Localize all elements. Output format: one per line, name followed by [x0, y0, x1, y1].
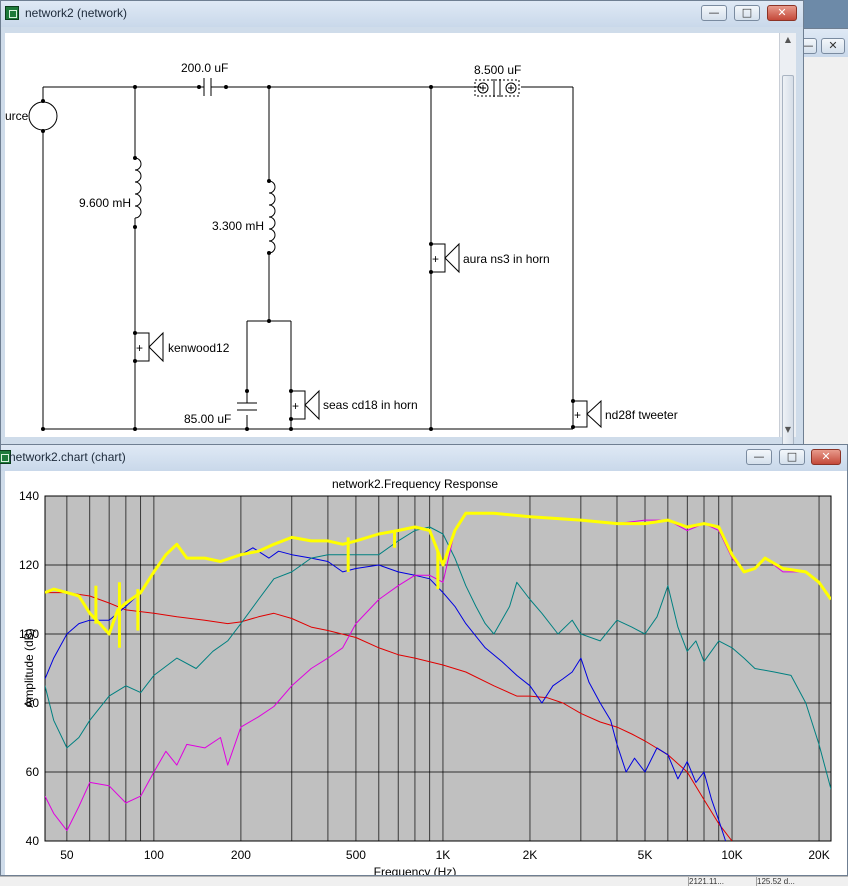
- driver-seas-label: seas cd18 in horn: [323, 398, 418, 412]
- network-close-button[interactable]: ✕: [767, 5, 797, 21]
- x-tick-label: 10K: [721, 848, 742, 862]
- scroll-down-arrow-icon[interactable]: ▼: [780, 423, 796, 437]
- driver-kenwood-label: kenwood12: [168, 341, 230, 355]
- network-canvas: urce 200.0 uF 8.500 uF 9.600 mH 3.300 mH…: [5, 33, 779, 437]
- scroll-up-arrow-icon[interactable]: ▲: [780, 33, 796, 47]
- y-tick-label: 60: [26, 765, 40, 779]
- chart-minimize-button[interactable]: —: [746, 449, 772, 465]
- inductor-2-label: 3.300 mH: [212, 219, 264, 233]
- chart-close-button[interactable]: ✕: [811, 449, 841, 465]
- driver-aura-label: aura ns3 in horn: [463, 252, 550, 266]
- y-tick-label: 40: [26, 834, 40, 848]
- x-tick-label: 2K: [523, 848, 538, 862]
- cap-shunt-label: 85.00 uF: [184, 412, 231, 426]
- chart-area: network2.Frequency Response 40 60 80 100 120…: [5, 471, 847, 875]
- chart-window: network2.chart (chart) — □ ✕ network2.Fr…: [0, 444, 848, 876]
- driver-nd28f-label: nd28f tweeter: [605, 408, 678, 422]
- network-vertical-scrollbar[interactable]: ▲ ▼: [779, 33, 796, 451]
- background-window-client: [802, 57, 848, 447]
- x-tick-label: 50: [60, 848, 74, 862]
- background-window-titlebar: — ✕: [797, 29, 848, 57]
- frequency-response-chart: network2.Frequency Response 406080100120…: [19, 477, 832, 875]
- chart-maximize-button[interactable]: □: [779, 449, 805, 465]
- driver-nd28f-polarity: +: [574, 408, 581, 422]
- y-tick-label: 140: [19, 489, 39, 503]
- driver-aura-polarity: +: [432, 252, 439, 266]
- cap-series-2-label: 8.500 uF: [474, 63, 521, 77]
- background-close-button[interactable]: ✕: [821, 38, 845, 54]
- chart-title: network2.Frequency Response: [332, 477, 498, 491]
- source-label: urce: [5, 109, 29, 123]
- network-maximize-button[interactable]: □: [734, 5, 760, 21]
- x-tick-label: 500: [346, 848, 366, 862]
- y-axis-label: Amplitude (dB): [22, 628, 36, 707]
- chart-window-titlebar: network2.chart (chart) — □ ✕: [0, 445, 847, 471]
- y-tick-label: 120: [19, 558, 39, 572]
- chart-window-title: network2.chart (chart): [9, 450, 126, 464]
- x-tick-label: 100: [144, 848, 164, 862]
- inductor-1-label: 9.600 mH: [79, 196, 131, 210]
- network-window-icon: [5, 6, 19, 20]
- network-minimize-button[interactable]: —: [701, 5, 727, 21]
- x-tick-label: 1K: [436, 848, 451, 862]
- network-scroll-thumb[interactable]: [782, 75, 794, 451]
- cap-series-1-label: 200.0 uF: [181, 61, 228, 75]
- network-schematic: urce 200.0 uF 8.500 uF 9.600 mH 3.300 mH…: [5, 61, 678, 431]
- network-window: network2 (network) — □ ✕ urce 200.0 uF 8…: [0, 0, 804, 451]
- driver-seas-polarity: +: [292, 399, 299, 413]
- x-tick-label: 5K: [638, 848, 653, 862]
- x-axis-label: Frequency (Hz): [374, 865, 457, 875]
- driver-kenwood-polarity: +: [136, 341, 143, 355]
- x-tick-label: 200: [231, 848, 251, 862]
- network-window-titlebar: network2 (network) — □ ✕: [1, 1, 803, 27]
- x-tick-label: 20K: [808, 848, 829, 862]
- network-window-title: network2 (network): [25, 6, 128, 20]
